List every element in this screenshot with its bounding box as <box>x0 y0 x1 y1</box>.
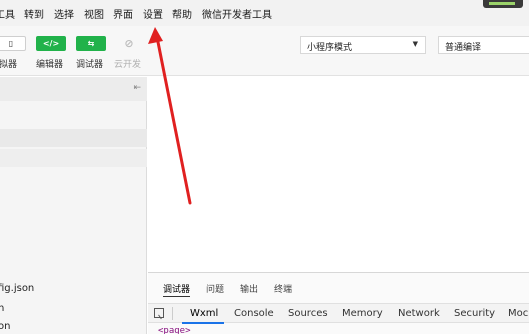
wxml-page-node[interactable]: <page> <box>158 326 191 334</box>
file-item-config-json[interactable]: fig.json <box>0 283 34 294</box>
simulator-label: 模拟器 <box>0 60 18 70</box>
editor-label: 编辑器 <box>36 60 64 70</box>
tab-console[interactable]: Console <box>234 308 274 319</box>
mode-select-value: 小程序模式 <box>307 43 353 53</box>
tab-network[interactable]: Network <box>398 308 440 319</box>
cloud-dev-label: 云开发 <box>114 60 142 70</box>
tab-problems[interactable]: 问题 <box>206 282 224 295</box>
status-indicator <box>483 0 523 8</box>
tab-sources[interactable]: Sources <box>288 308 328 319</box>
tab-wxml[interactable]: Wxml <box>190 308 218 319</box>
left-panel-header: ⇤ <box>0 77 147 101</box>
cloud-dev-button[interactable]: ⊘ <box>114 36 144 51</box>
tab-debugger[interactable]: 调试器 <box>163 282 191 297</box>
code-icon: </> <box>42 39 60 48</box>
menu-goto[interactable]: 转到 <box>24 6 44 21</box>
tab-output[interactable]: 输出 <box>240 282 258 295</box>
file-item[interactable]: n <box>0 303 4 314</box>
tab-memory[interactable]: Memory <box>342 308 383 319</box>
cloud-link-icon: ⊘ <box>124 37 134 50</box>
collapse-icon[interactable]: ⇤ <box>133 83 141 93</box>
menu-bar: 工具 转到 选择 视图 界面 设置 帮助 微信开发者工具 <box>0 0 529 26</box>
active-tab-indicator <box>182 322 224 324</box>
menu-select[interactable]: 选择 <box>54 6 74 21</box>
menu-help[interactable]: 帮助 <box>172 6 192 21</box>
menu-view[interactable]: 视图 <box>84 6 104 21</box>
phone-icon: ▯ <box>8 39 14 48</box>
debug-icon: ⇆ <box>87 39 95 48</box>
chevron-down-icon: ▼ <box>412 40 418 48</box>
tab-terminal[interactable]: 终端 <box>274 282 292 295</box>
menu-interface[interactable]: 界面 <box>113 6 133 21</box>
devtools-tab-bar: Wxml Console Sources Memory Network Secu… <box>148 303 529 324</box>
debugger-toggle-button[interactable]: ⇆ <box>76 36 106 51</box>
simulator-toggle-button[interactable]: ▯ <box>0 36 26 51</box>
editor-area <box>148 77 529 272</box>
debugger-label: 调试器 <box>76 60 104 70</box>
file-item[interactable]: on <box>0 321 10 332</box>
list-item[interactable] <box>0 149 147 167</box>
menu-tools[interactable]: 工具 <box>0 6 15 21</box>
menu-wechat-devtools[interactable]: 微信开发者工具 <box>202 6 272 21</box>
compile-select[interactable]: 普通编译 <box>438 36 529 54</box>
compile-select-value: 普通编译 <box>445 43 482 53</box>
divider <box>172 307 173 320</box>
tab-more[interactable]: Moc <box>508 308 528 319</box>
list-item[interactable] <box>0 129 147 147</box>
mode-select[interactable]: 小程序模式 ▼ <box>300 36 426 54</box>
debugger-panel: 调试器 问题 输出 终端 Wxml Console Sources Memory… <box>148 272 529 334</box>
editor-toggle-button[interactable]: </> <box>36 36 66 51</box>
tab-security[interactable]: Security <box>454 308 495 319</box>
left-panel: ⇤ fig.json n on <box>0 77 147 334</box>
menu-settings[interactable]: 设置 <box>143 6 163 21</box>
inspect-element-icon[interactable] <box>154 308 164 318</box>
